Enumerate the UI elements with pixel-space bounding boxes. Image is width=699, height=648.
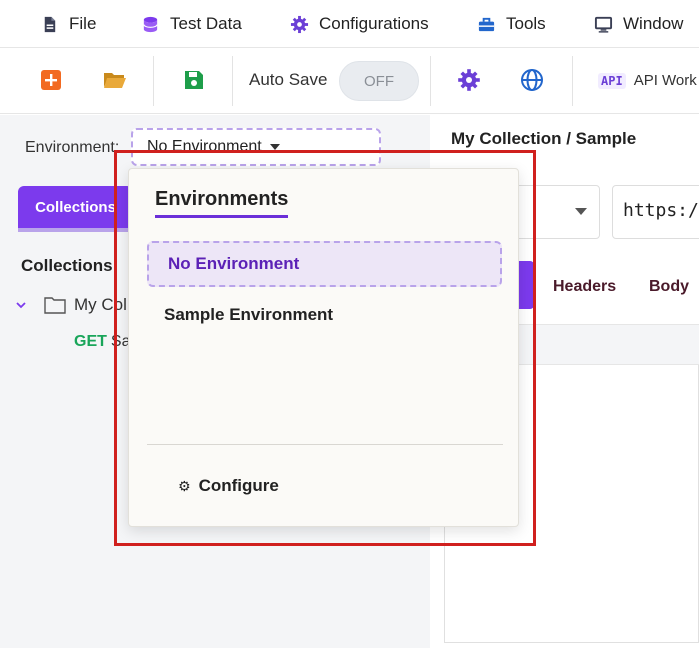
environment-select-value: No Environment [147,138,262,155]
request-method: GET [74,333,107,350]
database-icon [143,16,158,32]
api-workspace-button[interactable]: API API Work [598,72,697,89]
plus-icon [41,70,61,90]
globe-button[interactable] [520,68,544,92]
toolbar-divider [153,56,154,106]
toolbar-divider [430,56,431,106]
menu-test-data[interactable]: Test Data [141,12,242,36]
option-label: Sample Environment [164,305,334,324]
menu-tools-label: Tools [506,14,546,33]
gear-icon [458,69,480,91]
menu-configurations-label: Configurations [319,14,429,33]
toolbox-icon [478,17,495,31]
collections-title: Collections [21,256,113,275]
menu-test-data-label: Test Data [170,14,242,33]
gear-icon [290,15,309,33]
autosave-label: Auto Save [249,70,328,89]
configure-label: Configure [198,476,279,495]
caret-down-icon [575,208,587,215]
monitor-icon [594,16,613,33]
menu-configurations[interactable]: Configurations [290,12,429,36]
configure-button[interactable]: ⚙ Configure [178,476,279,496]
environment-label: Environment: [25,139,120,156]
gear-icon: ⚙ [178,477,191,494]
settings-button[interactable] [457,68,481,92]
dropdown-title: Environments [155,188,289,218]
option-sample-environment[interactable]: Sample Environment [164,305,333,325]
menu-file-label: File [69,14,97,33]
breadcrumb: My Collection / Sample [451,129,637,148]
globe-icon [521,69,543,91]
folder-open-icon [104,73,126,88]
menu-file[interactable]: File [40,12,96,36]
save-icon [185,71,203,89]
chevron-down-icon [16,301,26,308]
tab-body[interactable]: Body [649,278,689,296]
open-folder-button[interactable] [103,68,127,92]
environment-dropdown: Environments No Environment Sample Envir… [128,168,519,527]
tree-request-row[interactable]: GET Sa [74,333,130,351]
file-icon [44,16,56,32]
save-button[interactable] [182,68,206,92]
url-input[interactable]: https:/ [612,185,699,239]
menu-window-label: Window [623,14,684,33]
api-icon: API [598,72,626,89]
autosave-toggle[interactable]: OFF [339,61,419,101]
environment-select[interactable]: No Environment [131,128,381,166]
caret-down-icon [269,144,280,150]
option-label: No Environment [168,254,300,273]
api-workspace-label: API Work [633,72,697,89]
toolbar: Auto Save OFF API API Work [0,48,699,114]
option-no-environment[interactable]: No Environment [147,241,502,287]
toolbar-divider [232,56,233,106]
menu-bar: File Test Data Configurations Tools Wind… [0,0,699,48]
collection-name: My Coll [74,295,131,314]
tree-collection-row[interactable]: My Coll [16,295,131,315]
menu-tools[interactable]: Tools [477,12,546,36]
tab-collections[interactable]: Collections [18,186,133,232]
dropdown-divider [147,444,503,445]
tab-headers[interactable]: Headers [553,278,616,296]
add-button[interactable] [39,68,63,92]
folder-icon [44,297,66,314]
menu-window[interactable]: Window [594,12,683,36]
toolbar-divider [572,56,573,106]
